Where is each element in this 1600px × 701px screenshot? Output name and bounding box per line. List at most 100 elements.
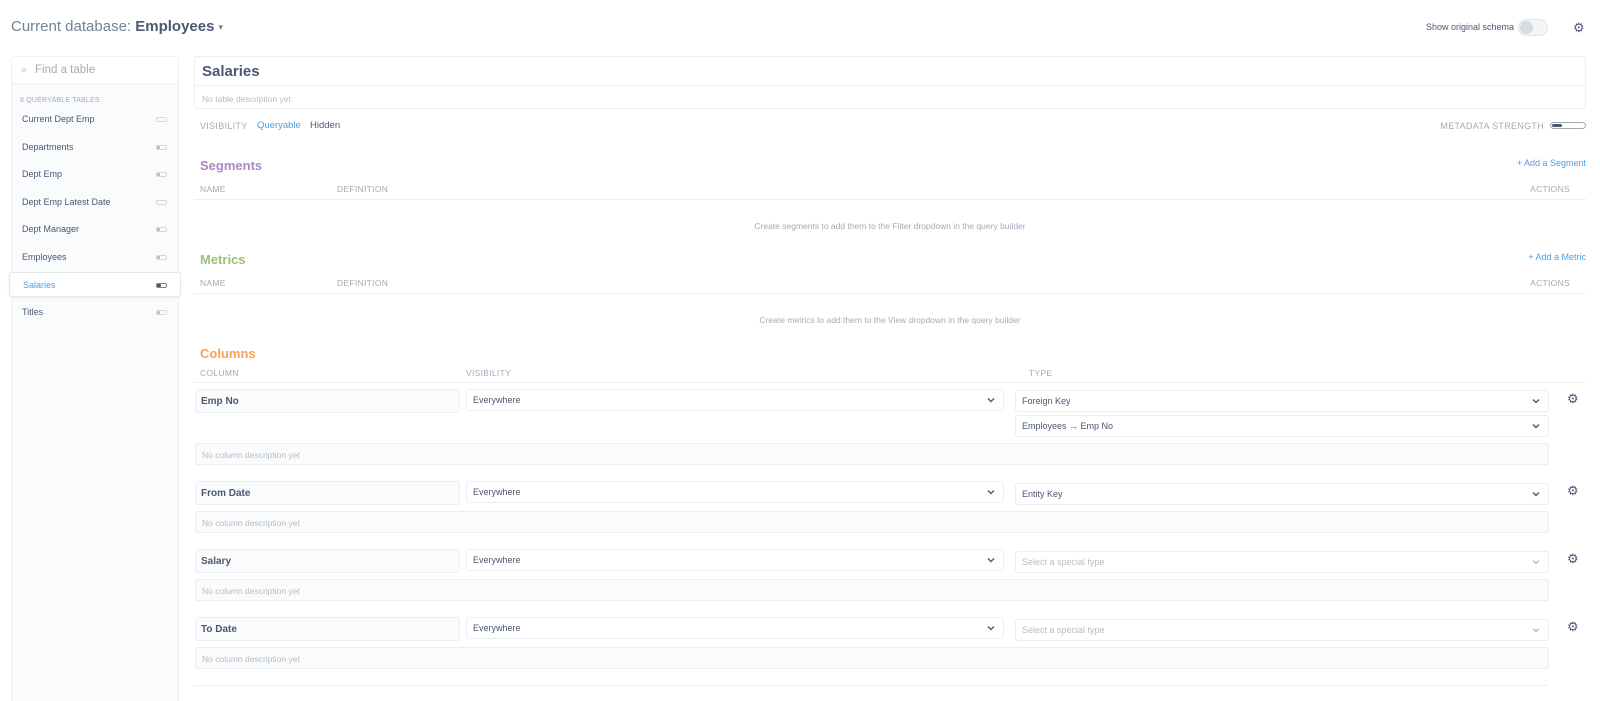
metadata-strength-meter [156, 227, 167, 232]
segments-empty-message: Create segments to add them to the Filte… [754, 221, 1026, 231]
visibility-select[interactable]: Everywhere [466, 549, 1004, 571]
sidebar-table-item[interactable]: Departments [12, 135, 178, 160]
sidebar-table-name: Dept Emp [22, 169, 63, 179]
sidebar-table-name: Dept Manager [22, 224, 80, 234]
visibility-queryable-option[interactable]: Queryable [257, 120, 301, 131]
settings-gear-icon[interactable]: ⚙ [1573, 21, 1585, 34]
column-name-field[interactable]: To Date [195, 617, 460, 641]
type-select[interactable]: Foreign Key [1015, 390, 1549, 412]
column-settings-gear-icon[interactable]: ⚙ [1567, 484, 1579, 497]
metrics-actions-header: ACTIONS [1530, 278, 1570, 288]
foreign-key-target-value: Employees → Emp No [1022, 421, 1114, 431]
divider [194, 685, 1548, 686]
sidebar-table-item[interactable]: Employees [12, 245, 178, 270]
metrics-definition-header: DEFINITION [337, 278, 389, 288]
type-placeholder: Select a special type [1022, 625, 1105, 635]
show-original-schema-toggle[interactable] [1518, 19, 1548, 36]
show-original-schema-label: Show original schema [1425, 22, 1514, 32]
current-database-title[interactable]: Current database: Employees ▾ [11, 18, 223, 35]
metadata-strength-meter [156, 117, 167, 122]
metadata-strength-fill [157, 173, 160, 176]
chevron-down-icon [987, 490, 995, 495]
visibility-select[interactable]: Everywhere [466, 617, 1004, 639]
visibility-value: Everywhere [473, 555, 521, 565]
current-database-prefix: Current database: [11, 18, 136, 35]
visibility-hidden-option[interactable]: Hidden [310, 120, 340, 131]
visibility-value: Everywhere [473, 395, 521, 405]
foreign-key-target-select[interactable]: Employees → Emp No [1015, 415, 1549, 437]
add-metric-link[interactable]: + Add a Metric [1528, 252, 1586, 262]
divider [194, 293, 1586, 294]
visibility-select[interactable]: Everywhere [466, 481, 1004, 503]
column-name[interactable]: To Date [201, 624, 237, 635]
sidebar-table-item[interactable]: Dept Emp Latest Date [12, 190, 178, 215]
column-settings-gear-icon[interactable]: ⚙ [1567, 392, 1579, 405]
sidebar-table-name: Departments [22, 142, 74, 152]
find-table-search[interactable]: ⌕ Find a table [12, 57, 178, 84]
search-placeholder[interactable]: Find a table [35, 64, 95, 76]
table-list-sidebar: ⌕ Find a table 8 QUERYABLE TABLES Curren… [9, 56, 181, 701]
column-name[interactable]: Salary [201, 556, 231, 567]
visibility-select[interactable]: Everywhere [466, 389, 1004, 411]
column-description[interactable]: No column description yet [202, 450, 300, 460]
visibility-label: VISIBILITY [200, 121, 248, 131]
chevron-down-icon[interactable]: ▾ [218, 22, 223, 33]
sidebar-table-name: Dept Emp Latest Date [22, 197, 111, 207]
metadata-strength-fill [157, 228, 160, 231]
type-value: Entity Key [1022, 489, 1063, 499]
column-name-field[interactable]: From Date [195, 481, 460, 505]
column-description-field[interactable]: No column description yet [195, 579, 1549, 601]
sidebar-table-item[interactable]: Dept Emp [12, 162, 178, 187]
table-title[interactable]: Salaries [202, 63, 260, 80]
table-description[interactable]: No table description yet [202, 94, 291, 104]
column-name-field[interactable]: Emp No [195, 389, 460, 413]
type-select[interactable]: Entity Key [1015, 483, 1549, 505]
metrics-empty-message: Create metrics to add them to the View d… [759, 315, 1021, 325]
segments-definition-header: DEFINITION [337, 184, 389, 194]
sidebar-table-name: Employees [22, 252, 67, 262]
column-name[interactable]: Emp No [201, 396, 239, 407]
column-name[interactable]: From Date [201, 488, 250, 499]
chevron-down-icon [1532, 424, 1540, 429]
table-header-box: Salaries No table description yet [194, 56, 1586, 109]
column-name-field[interactable]: Salary [195, 549, 460, 573]
metadata-strength-fill [1552, 124, 1562, 127]
column-description[interactable]: No column description yet [202, 654, 300, 664]
metadata-strength-meter [156, 172, 167, 177]
metadata-strength-fill [157, 284, 161, 287]
visibility-value: Everywhere [473, 487, 521, 497]
chevron-down-icon [987, 626, 995, 631]
current-database-name[interactable]: Employees [135, 18, 214, 35]
column-settings-gear-icon[interactable]: ⚙ [1567, 620, 1579, 633]
type-select[interactable]: Select a special type [1015, 551, 1549, 573]
metadata-strength-fill [157, 146, 160, 149]
column-description-field[interactable]: No column description yet [195, 647, 1549, 669]
column-description[interactable]: No column description yet [202, 586, 300, 596]
column-description-field[interactable]: No column description yet [195, 443, 1549, 465]
segments-actions-header: ACTIONS [1530, 184, 1570, 194]
sidebar-table-item[interactable]: Dept Manager [12, 217, 178, 242]
columns-type-header: TYPE [1029, 368, 1053, 378]
sidebar-table-item[interactable]: Current Dept Emp [12, 107, 178, 132]
column-description[interactable]: No column description yet [202, 518, 300, 528]
add-segment-link[interactable]: + Add a Segment [1517, 158, 1586, 168]
sidebar-table-item[interactable]: Salaries [9, 272, 181, 297]
search-icon: ⌕ [21, 64, 28, 76]
type-select[interactable]: Select a special type [1015, 619, 1549, 641]
toggle-knob [1520, 21, 1533, 34]
chevron-down-icon [987, 398, 995, 403]
metadata-strength-fill [157, 311, 160, 314]
sidebar-table-name: Salaries [23, 280, 56, 290]
segments-name-header: NAME [200, 184, 226, 194]
columns-visibility-header: VISIBILITY [466, 368, 512, 378]
queryable-tables-count: 8 QUERYABLE TABLES [20, 97, 100, 104]
visibility-value: Everywhere [473, 623, 521, 633]
columns-column-header: COLUMN [200, 368, 239, 378]
metadata-strength-meter [156, 310, 167, 315]
column-description-field[interactable]: No column description yet [195, 511, 1549, 533]
chevron-down-icon [987, 558, 995, 563]
column-settings-gear-icon[interactable]: ⚙ [1567, 552, 1579, 565]
table-title-row[interactable]: Salaries [195, 57, 1585, 86]
divider [194, 199, 1586, 200]
sidebar-table-item[interactable]: Titles [12, 300, 178, 325]
